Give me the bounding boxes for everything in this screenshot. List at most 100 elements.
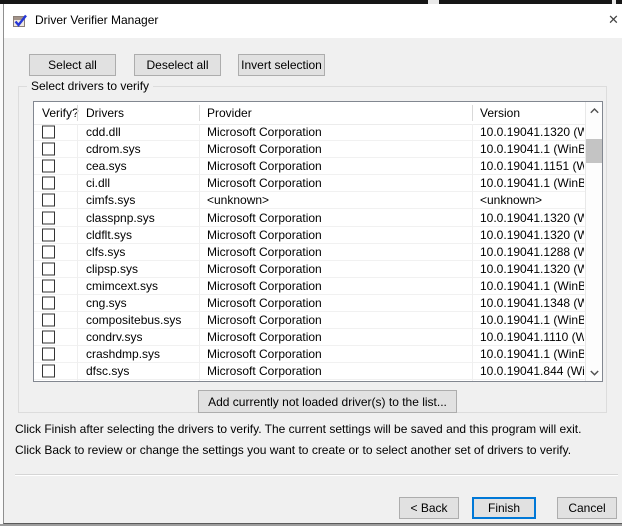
column-header-verify[interactable]: Verify? xyxy=(42,106,79,120)
chevron-up-icon xyxy=(590,108,599,114)
driver-version: 10.0.19041.1320 (Wi... xyxy=(480,125,584,139)
scrollbar-down-button[interactable] xyxy=(586,364,602,381)
driver-name: cmimcext.sys xyxy=(86,279,158,293)
column-header-drivers[interactable]: Drivers xyxy=(86,106,124,120)
verify-checkbox[interactable] xyxy=(42,365,55,378)
driver-name: cldflt.sys xyxy=(86,228,132,242)
driver-name: classpnp.sys xyxy=(86,211,155,225)
screenshot-root: Driver Verifier Manager ✕ Select all Des… xyxy=(0,0,622,526)
driver-list[interactable]: Verify? Drivers Provider Version cdd.dll… xyxy=(33,101,603,382)
driver-name: cea.sys xyxy=(86,159,127,173)
table-row[interactable]: crashdmp.sys Microsoft Corporation 10.0.… xyxy=(34,346,585,363)
verify-checkbox[interactable] xyxy=(42,126,55,139)
table-row[interactable]: cea.sys Microsoft Corporation 10.0.19041… xyxy=(34,158,585,175)
driver-name: cdd.dll xyxy=(86,125,121,139)
scrollbar-up-button[interactable] xyxy=(586,102,602,119)
verify-checkbox[interactable] xyxy=(42,228,55,241)
add-unloaded-drivers-button[interactable]: Add currently not loaded driver(s) to th… xyxy=(198,390,457,413)
verify-checkbox[interactable] xyxy=(42,211,55,224)
driver-name: condrv.sys xyxy=(86,330,142,344)
header-divider xyxy=(199,105,200,121)
table-row[interactable]: clfs.sys Microsoft Corporation 10.0.1904… xyxy=(34,244,585,261)
table-row[interactable]: condrv.sys Microsoft Corporation 10.0.19… xyxy=(34,329,585,346)
driver-provider: Microsoft Corporation xyxy=(207,228,322,242)
verify-checkbox[interactable] xyxy=(42,348,55,361)
driver-version: 10.0.19041.1320 (Wi... xyxy=(480,262,584,276)
column-header-version[interactable]: Version xyxy=(480,106,520,120)
driver-version: <unknown> xyxy=(480,193,542,207)
verify-checkbox[interactable] xyxy=(42,279,55,292)
verify-checkbox[interactable] xyxy=(42,331,55,344)
driver-provider: Microsoft Corporation xyxy=(207,313,322,327)
driver-version: 10.0.19041.1320 (Wi... xyxy=(480,211,584,225)
groupbox-label: Select drivers to verify xyxy=(27,79,153,93)
table-row[interactable]: cmimcext.sys Microsoft Corporation 10.0.… xyxy=(34,278,585,295)
cancel-button[interactable]: Cancel xyxy=(557,497,617,519)
verify-checkbox[interactable] xyxy=(42,194,55,207)
table-row[interactable]: compositebus.sys Microsoft Corporation 1… xyxy=(34,312,585,329)
close-icon[interactable]: ✕ xyxy=(608,12,619,28)
verify-checkbox[interactable] xyxy=(42,245,55,258)
driver-provider: Microsoft Corporation xyxy=(207,159,322,173)
back-button[interactable]: < Back xyxy=(399,497,459,519)
driver-provider: Microsoft Corporation xyxy=(207,262,322,276)
back-instruction-text: Click Back to review or change the setti… xyxy=(15,443,571,457)
driver-verifier-manager-window: Driver Verifier Manager ✕ Select all Des… xyxy=(3,4,622,524)
table-row[interactable]: classpnp.sys Microsoft Corporation 10.0.… xyxy=(34,209,585,226)
driver-provider: Microsoft Corporation xyxy=(207,176,322,190)
select-drivers-groupbox: Select drivers to verify Verify? Drivers… xyxy=(18,86,607,413)
driver-name: clipsp.sys xyxy=(86,262,138,276)
table-row[interactable]: cldflt.sys Microsoft Corporation 10.0.19… xyxy=(34,227,585,244)
driver-provider: Microsoft Corporation xyxy=(207,330,322,344)
driver-version: 10.0.19041.1 (WinBui... xyxy=(480,279,584,293)
table-row[interactable]: dfsc.sys Microsoft Corporation 10.0.1904… xyxy=(34,363,585,380)
table-row[interactable]: cdrom.sys Microsoft Corporation 10.0.190… xyxy=(34,141,585,158)
driver-name: cimfs.sys xyxy=(86,193,135,207)
footer-divider xyxy=(15,474,618,476)
column-header-provider[interactable]: Provider xyxy=(207,106,252,120)
driver-version: 10.0.19041.1 (WinBui... xyxy=(480,176,584,190)
driver-name: compositebus.sys xyxy=(86,313,181,327)
table-row[interactable]: clipsp.sys Microsoft Corporation 10.0.19… xyxy=(34,261,585,278)
table-row[interactable]: ci.dll Microsoft Corporation 10.0.19041.… xyxy=(34,175,585,192)
header-divider xyxy=(77,105,78,121)
table-row[interactable]: cimfs.sys <unknown> <unknown> xyxy=(34,192,585,209)
table-row[interactable]: cng.sys Microsoft Corporation 10.0.19041… xyxy=(34,295,585,312)
window-title: Driver Verifier Manager xyxy=(35,13,158,27)
driver-provider: Microsoft Corporation xyxy=(207,296,322,310)
vertical-scrollbar[interactable] xyxy=(585,102,602,381)
scrollbar-thumb[interactable] xyxy=(586,139,602,163)
driver-name: crashdmp.sys xyxy=(86,347,160,361)
verify-checkbox[interactable] xyxy=(42,314,55,327)
driver-provider: Microsoft Corporation xyxy=(207,364,322,378)
driver-provider: Microsoft Corporation xyxy=(207,142,322,156)
verify-checkbox[interactable] xyxy=(42,177,55,190)
titlebar[interactable]: Driver Verifier Manager ✕ xyxy=(4,4,622,38)
deselect-all-button[interactable]: Deselect all xyxy=(134,54,221,76)
driver-name: dfsc.sys xyxy=(86,364,129,378)
driver-version: 10.0.19041.1151 (Wi... xyxy=(480,159,584,173)
driver-list-header[interactable]: Verify? Drivers Provider Version xyxy=(34,102,585,125)
driver-version: 10.0.19041.1348 (Wi... xyxy=(480,296,584,310)
driver-version: 10.0.19041.1 (WinBui... xyxy=(480,313,584,327)
driver-version: 10.0.19041.1320 (Wi... xyxy=(480,228,584,242)
finish-button[interactable]: Finish xyxy=(472,497,536,519)
invert-selection-button[interactable]: Invert selection xyxy=(238,54,325,76)
driver-table-body: cdd.dll Microsoft Corporation 10.0.19041… xyxy=(34,124,585,381)
verify-checkbox[interactable] xyxy=(42,262,55,275)
driver-version: 10.0.19041.1288 (Wi... xyxy=(480,245,584,259)
driver-version: 10.0.19041.844 (Win... xyxy=(480,364,584,378)
driver-version: 10.0.19041.1110 (Wi... xyxy=(480,330,584,344)
driver-provider: Microsoft Corporation xyxy=(207,279,322,293)
verify-checkbox[interactable] xyxy=(42,296,55,309)
driver-provider: Microsoft Corporation xyxy=(207,125,322,139)
verify-checkbox[interactable] xyxy=(42,143,55,156)
driver-provider: Microsoft Corporation xyxy=(207,245,322,259)
driver-provider: Microsoft Corporation xyxy=(207,347,322,361)
select-all-button[interactable]: Select all xyxy=(29,54,116,76)
driver-name: ci.dll xyxy=(86,176,110,190)
header-divider xyxy=(472,105,473,121)
table-row[interactable]: cdd.dll Microsoft Corporation 10.0.19041… xyxy=(34,124,585,141)
verify-checkbox[interactable] xyxy=(42,160,55,173)
finish-instruction-text: Click Finish after selecting the drivers… xyxy=(15,422,581,436)
